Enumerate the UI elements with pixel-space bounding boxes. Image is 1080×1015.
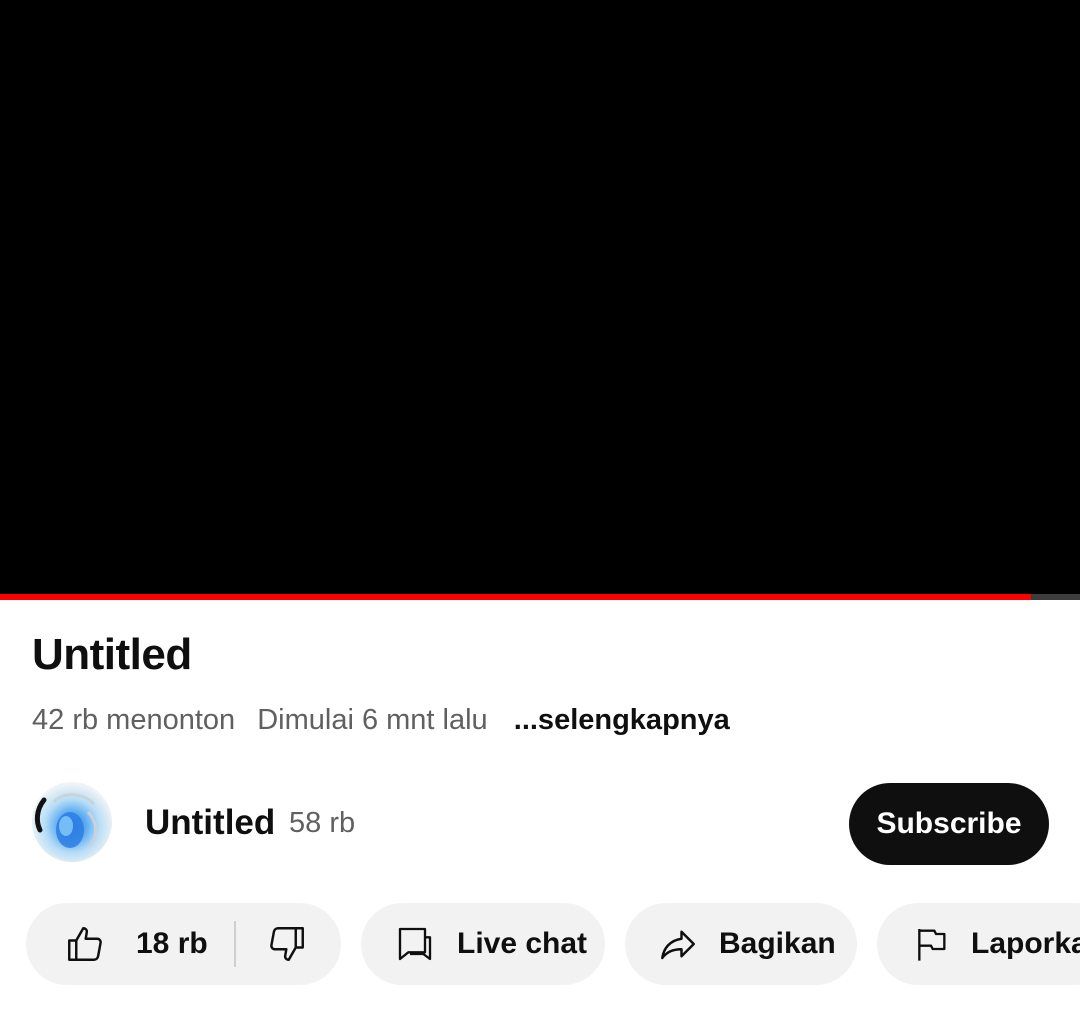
thumbs-up-icon bbox=[68, 927, 102, 961]
share-label: Bagikan bbox=[719, 927, 836, 960]
thumbs-down-icon bbox=[269, 927, 304, 961]
share-icon bbox=[661, 930, 695, 960]
avatar-image bbox=[34, 793, 98, 848]
show-more-link[interactable]: ...selengkapnya bbox=[514, 704, 730, 736]
like-divider bbox=[233, 921, 236, 967]
dislike-button[interactable] bbox=[266, 923, 308, 965]
like-dislike-group: 18 rb bbox=[26, 903, 341, 985]
live-chat-button[interactable]: Live chat bbox=[361, 903, 605, 985]
report-button[interactable]: Laporkan bbox=[877, 903, 1080, 985]
viewer-count: 42 rb menonton bbox=[32, 704, 236, 736]
subscribe-button[interactable]: Subscribe bbox=[849, 783, 1049, 865]
video-player[interactable] bbox=[0, 0, 1080, 596]
channel-avatar[interactable] bbox=[32, 782, 112, 862]
chat-icon bbox=[398, 927, 432, 961]
share-button[interactable]: Bagikan bbox=[625, 903, 857, 985]
started-time: Dimulai 6 mnt lalu bbox=[257, 704, 488, 736]
video-progress-fill bbox=[0, 594, 1032, 600]
video-title: Untitled bbox=[32, 630, 192, 679]
subscriber-count: 58 rb bbox=[289, 807, 356, 839]
like-button[interactable]: 18 rb bbox=[26, 923, 208, 965]
live-chat-label: Live chat bbox=[457, 927, 588, 960]
like-count: 18 rb bbox=[136, 927, 208, 960]
video-meta[interactable]: 42 rb menonton Dimulai 6 mnt lalu ...sel… bbox=[32, 704, 744, 737]
channel-name[interactable]: Untitled bbox=[145, 803, 275, 843]
flag-icon bbox=[918, 929, 946, 961]
video-progress-bar[interactable] bbox=[0, 594, 1080, 600]
report-label: Laporkan bbox=[971, 927, 1080, 960]
